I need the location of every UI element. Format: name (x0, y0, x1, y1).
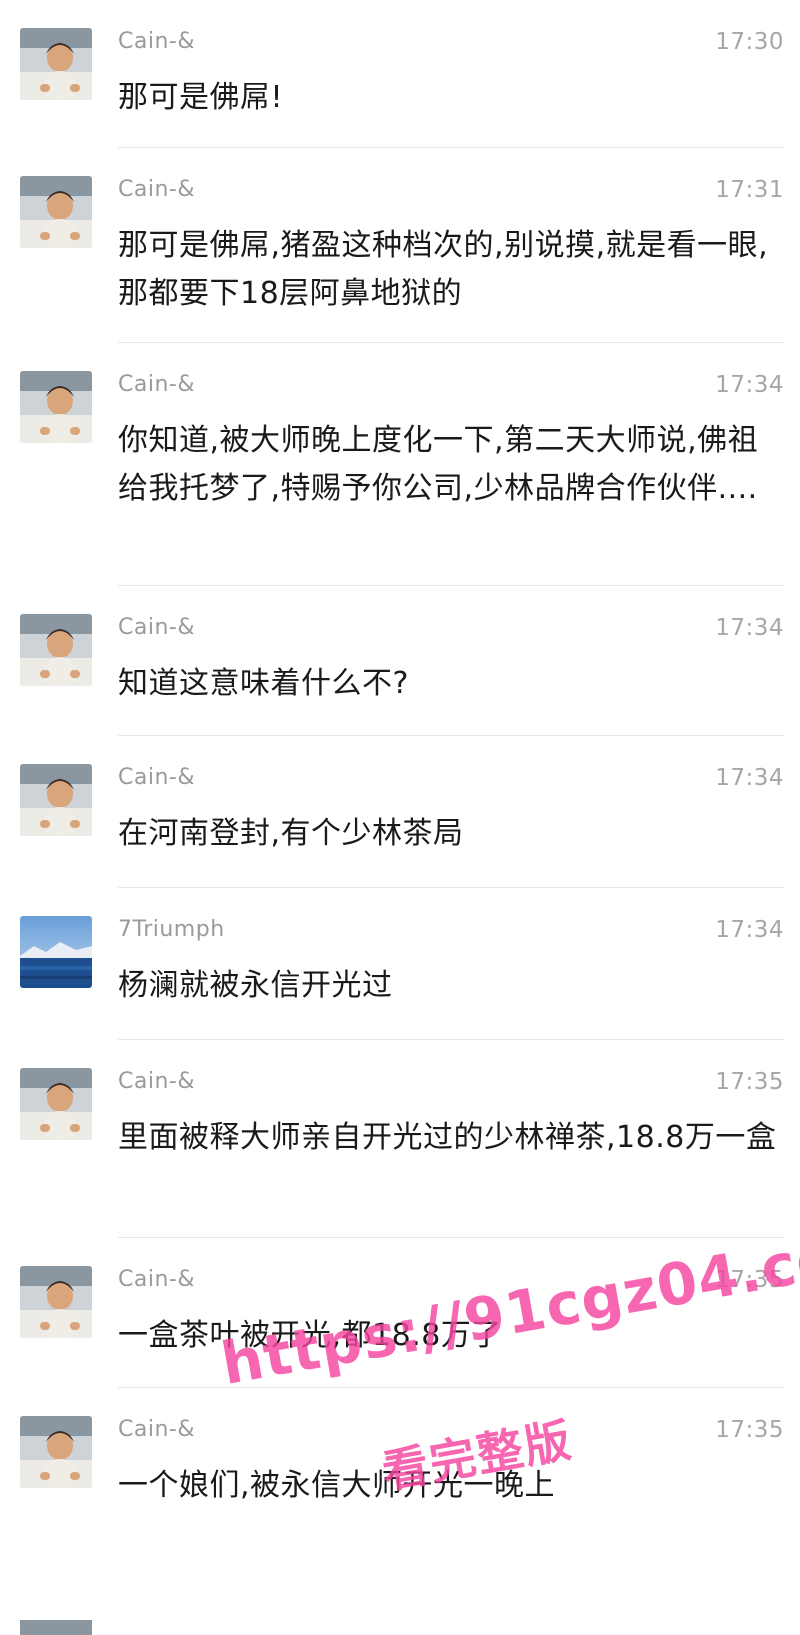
message-item[interactable]: Cain-& 17:31 那可是佛屌,猪盈这种档次的,别说摸,就是看一眼,那都要… (0, 148, 800, 343)
mountain-lake-avatar-icon (20, 916, 92, 988)
baby-avatar-icon (20, 614, 92, 686)
message-time: 17:34 (715, 372, 784, 398)
baby-avatar-icon (20, 176, 92, 248)
message-item[interactable]: Cain-& 17:34 你知道,被大师晚上度化一下,第二天大师说,佛祖给我托梦… (0, 343, 800, 586)
baby-avatar-icon (20, 1416, 92, 1488)
message-time: 17:35 (715, 1267, 784, 1293)
message-text: 那可是佛屌,猪盈这种档次的,别说摸,就是看一眼,那都要下18层阿鼻地狱的 (118, 228, 769, 311)
message-time: 17:34 (715, 765, 784, 791)
baby-avatar-icon (20, 371, 92, 443)
message-text: 一个娘们,被永信大师开光一晚上 (118, 1468, 556, 1503)
message-text: 里面被释大师亲自开光过的少林禅茶,18.8万一盒 (118, 1120, 777, 1155)
avatar[interactable] (20, 1266, 92, 1338)
message-text: 杨澜就被永信开光过 (118, 968, 393, 1003)
sender-name: Cain-& (118, 1417, 195, 1442)
message-feed: Cain-& 17:30 那可是佛屌! Cain-& 17:31 那可是佛屌,猪… (0, 0, 800, 1635)
sender-name: 7Triumph (118, 917, 225, 942)
baby-avatar-icon (20, 28, 92, 100)
message-text: 在河南登封,有个少林茶局 (118, 816, 464, 851)
sender-name: Cain-& (118, 1069, 195, 1094)
message-time: 17:35 (715, 1069, 784, 1095)
message-item[interactable]: Cain-& 17:34 在河南登封,有个少林茶局 (0, 736, 800, 888)
baby-avatar-icon (20, 1266, 92, 1338)
avatar[interactable] (20, 614, 92, 686)
message-item[interactable]: Cain-& 17:35 里面被释大师亲自开光过的少林禅茶,18.8万一盒 (0, 1040, 800, 1238)
message-text: 你知道,被大师晚上度化一下,第二天大师说,佛祖给我托梦了,特赐予你公司,少林品牌… (118, 423, 759, 506)
message-text: 知道这意味着什么不? (118, 666, 409, 701)
baby-avatar-icon (20, 1068, 92, 1140)
message-text: 一盒茶叶被开光,都18.8万了 (118, 1318, 502, 1353)
message-item[interactable]: Cain-& 17:35 一个娘们,被永信大师开光一晚上 (0, 1388, 800, 1548)
avatar[interactable] (20, 1416, 92, 1488)
sender-name: Cain-& (118, 765, 195, 790)
avatar[interactable] (20, 1068, 92, 1140)
message-time: 17:31 (715, 177, 784, 203)
sender-name: Cain-& (118, 1267, 195, 1292)
message-item[interactable]: 7Triumph 17:34 杨澜就被永信开光过 (0, 888, 800, 1040)
message-item[interactable]: Cain-& 17:30 那可是佛屌! (0, 0, 800, 148)
baby-avatar-icon (20, 764, 92, 836)
avatar-partial (20, 1620, 92, 1635)
sender-name: Cain-& (118, 372, 195, 397)
avatar[interactable] (20, 28, 92, 100)
avatar[interactable] (20, 764, 92, 836)
message-time: 17:34 (715, 615, 784, 641)
message-item[interactable]: Cain-& 17:35 一盒茶叶被开光,都18.8万了 (0, 1238, 800, 1388)
message-time: 17:35 (715, 1417, 784, 1443)
avatar[interactable] (20, 176, 92, 248)
avatar[interactable] (20, 916, 92, 988)
sender-name: Cain-& (118, 29, 195, 54)
sender-name: Cain-& (118, 615, 195, 640)
message-text: 那可是佛屌! (118, 80, 284, 115)
message-item[interactable]: Cain-& 17:34 知道这意味着什么不? (0, 586, 800, 736)
avatar[interactable] (20, 371, 92, 443)
baby-avatar-icon (20, 1620, 92, 1635)
message-time: 17:30 (715, 29, 784, 55)
message-time: 17:34 (715, 917, 784, 943)
sender-name: Cain-& (118, 177, 195, 202)
